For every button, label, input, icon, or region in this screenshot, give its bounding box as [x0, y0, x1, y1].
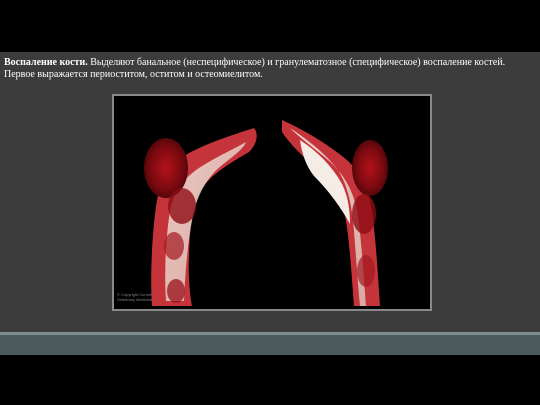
copyright-watermark: © Copyright Cornell Veterinary Medicine [117, 292, 152, 302]
bone-photo: © Copyright Cornell Veterinary Medicine [112, 94, 432, 311]
slide-caption: Воспаление кости. Выделяют банальное (не… [4, 57, 534, 81]
bone-specimen-illustration [114, 96, 430, 309]
watermark-line-2: Veterinary Medicine [117, 297, 153, 302]
caption-lead: Воспаление кости. [4, 57, 88, 68]
slide-bottom-bar [0, 332, 540, 355]
slide-panel: Воспаление кости. Выделяют банальное (не… [0, 52, 540, 355]
